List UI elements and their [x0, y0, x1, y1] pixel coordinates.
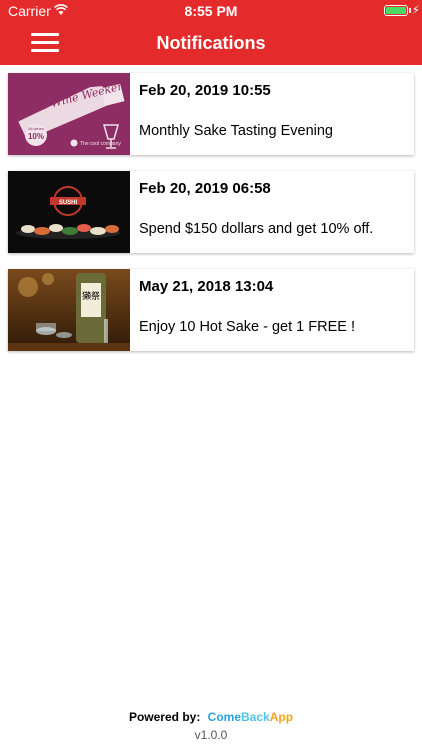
notification-body: Feb 20, 2019 10:55 Monthly Sake Tasting … [130, 73, 414, 155]
notification-text: Monthly Sake Tasting Evening [139, 123, 333, 139]
notification-text: Enjoy 10 Hot Sake - get 1 FREE ! [139, 319, 355, 335]
battery-icon [384, 5, 408, 16]
charging-bolt-icon: ⚡ [411, 3, 420, 17]
powered-by-label: Powered by: [128, 710, 201, 724]
notification-date: Feb 20, 2019 06:58 [139, 180, 271, 197]
notification-date: Feb 20, 2019 10:55 [139, 82, 271, 99]
footer: Powered by: ComeBackApp v1.0.0 [0, 710, 422, 742]
notification-date: May 21, 2018 13:04 [139, 278, 274, 295]
svg-text:The cool company: The cool company [80, 141, 121, 147]
sushi-image: SUSHI [8, 171, 130, 253]
clock: 8:55 PM [184, 3, 238, 19]
notification-body: Feb 20, 2019 06:58 Spend $150 dollars an… [130, 171, 414, 253]
svg-text:All wines: All wines [28, 126, 44, 131]
notification-card[interactable]: SUSHI Feb 20, 2019 06:58 Spend $150 doll… [8, 171, 414, 253]
version-label: v1.0.0 [194, 728, 228, 742]
sake-label-text: 獺祭 [82, 290, 100, 301]
discount-text: 10% [28, 132, 44, 141]
notification-text: Spend $150 dollars and get 10% off. [139, 221, 374, 237]
sushi-logo-text: SUSHI [59, 200, 78, 206]
notification-card[interactable]: Wild Wine Weekend All wines 10% The cool… [8, 73, 414, 155]
notification-body: May 21, 2018 13:04 Enjoy 10 Hot Sake - g… [130, 269, 414, 351]
notification-list: Wild Wine Weekend All wines 10% The cool… [8, 73, 414, 367]
wine-promo-image: Wild Wine Weekend All wines 10% The cool… [8, 73, 130, 155]
status-bar: Carrier 8:55 PM ⚡ [0, 0, 422, 22]
page-title: Notifications [156, 33, 266, 53]
sake-bottle-image: 獺祭 [8, 269, 130, 351]
brand-link[interactable]: ComeBackApp [208, 710, 293, 724]
notification-card[interactable]: 獺祭 May 21, 2018 13:04 Enjoy 10 Hot Sake … [8, 269, 414, 351]
app-header: Carrier 8:55 PM ⚡ Notifications [0, 0, 422, 65]
